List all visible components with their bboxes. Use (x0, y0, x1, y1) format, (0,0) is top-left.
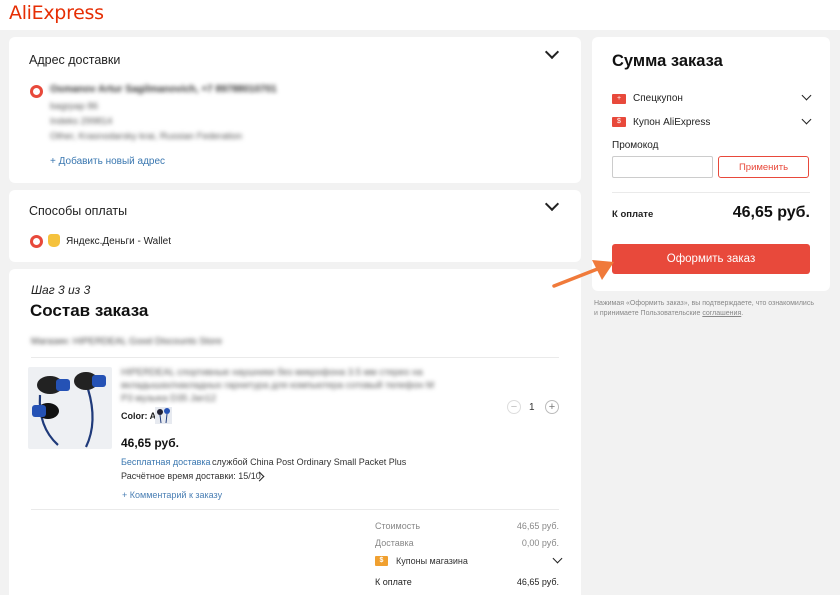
disclaimer-line-1: Нажимая «Оформить заказ», вы подтверждае… (594, 300, 814, 307)
chevron-down-icon[interactable] (544, 44, 560, 60)
delivery-address-card: Адрес доставки Osmanov Artur Sagilmanovi… (9, 37, 581, 183)
quantity-value[interactable]: 1 (529, 402, 535, 413)
disclaimer-line-2: и принимаете Пользовательские соглашения… (594, 310, 743, 317)
quantity-decrease-button[interactable]: − (507, 400, 521, 414)
recipient-name: Osmanov Artur Sagilmanovich, +7 89788010… (50, 84, 277, 95)
address-line-3: Other, Krasnodarsky krai, Russian Federa… (50, 131, 243, 142)
summary-title: Сумма заказа (612, 52, 723, 70)
store-coupon-icon: $ (375, 556, 388, 566)
payment-methods-title: Способы оплаты (29, 204, 128, 218)
disclaimer-end: . (741, 310, 744, 317)
place-order-button[interactable]: Оформить заказ (612, 244, 810, 274)
order-summary-card: Сумма заказа + Спецкупон $ Купон AliExpr… (592, 37, 830, 291)
address-line-1: bagrpap 86 (50, 101, 99, 112)
special-coupon-label[interactable]: Спецкупон (633, 93, 683, 104)
product-image[interactable] (28, 367, 112, 449)
order-comment-link[interactable]: + Комментарий к заказу (122, 490, 222, 500)
store-divider (31, 357, 559, 358)
payment-radio[interactable] (30, 235, 43, 248)
product-divider (31, 509, 559, 510)
payment-method-label: Яндекс.Деньги - Wallet (66, 236, 172, 247)
summary-divider (612, 192, 810, 193)
delivery-address-title: Адрес доставки (29, 53, 121, 67)
aliexpress-coupon-icon: $ (612, 117, 626, 127)
color-thumbnail[interactable] (155, 407, 172, 424)
quantity-increase-button[interactable]: + (545, 400, 559, 414)
annotation-arrow-icon (552, 260, 614, 288)
summary-total-label: К оплате (612, 209, 654, 220)
order-title: Состав заказа (30, 301, 149, 320)
chevron-down-icon[interactable] (544, 196, 560, 212)
payment-methods-card: Способы оплаты Яндекс.Деньги - Wallet (9, 190, 581, 262)
special-coupon-icon: + (612, 94, 626, 104)
delivery-time: Расчётное время доставки: 15/10 (121, 471, 261, 481)
add-address-link[interactable]: + Добавить новый адрес (50, 156, 165, 167)
earphones-thumb-icon (157, 408, 170, 424)
aliexpress-logo[interactable]: AliExpress (9, 2, 104, 24)
delivery-cost-label: Доставка (375, 538, 414, 548)
agreement-link[interactable]: соглашения (702, 310, 741, 317)
product-price: 46,65 руб. (121, 436, 179, 450)
aliexpress-coupon-label[interactable]: Купон AliExpress (633, 117, 710, 128)
address-radio[interactable] (30, 85, 43, 98)
free-shipping-link[interactable]: Бесплатная доставка (121, 457, 211, 467)
summary-total-value: 46,65 руб. (732, 204, 810, 221)
cost-value: 46,65 руб. (516, 521, 559, 531)
address-line-2: Indeks 299814 (50, 116, 113, 127)
product-color-label: Color: A (121, 411, 157, 421)
product-title-line-3[interactable]: P3 музыка D35 Jan12 (121, 393, 216, 404)
order-total-label: К оплате (375, 577, 412, 587)
shipping-service: службой China Post Ordinary Small Packet… (212, 457, 407, 467)
apply-promo-button[interactable]: Применить (718, 156, 809, 178)
promo-code-label: Промокод (612, 140, 659, 151)
chevron-down-icon[interactable] (801, 90, 812, 101)
cost-label: Стоимость (375, 521, 421, 531)
product-title-line-2[interactable]: вкладышах/накладных гарнитура для компью… (121, 380, 451, 391)
delivery-cost-value: 0,00 руб. (521, 538, 559, 548)
store-coupons-label[interactable]: Купоны магазина (396, 556, 468, 566)
step-indicator: Шаг 3 из 3 (31, 283, 91, 297)
disclaimer-text: и принимаете Пользовательские (594, 310, 701, 317)
chevron-down-icon[interactable] (801, 114, 812, 125)
earphones-icon (32, 372, 106, 448)
promo-code-input[interactable] (612, 156, 713, 178)
product-title-line-1[interactable]: HIPERDEAL спортивные наушники без микроф… (121, 367, 451, 378)
store-name[interactable]: Магазин: HIPERDEAL Good Discounts Store (31, 336, 222, 347)
order-total-value: 46,65 руб. (516, 577, 559, 587)
top-header: AliExpress (0, 0, 840, 30)
yandex-money-icon (48, 234, 60, 247)
